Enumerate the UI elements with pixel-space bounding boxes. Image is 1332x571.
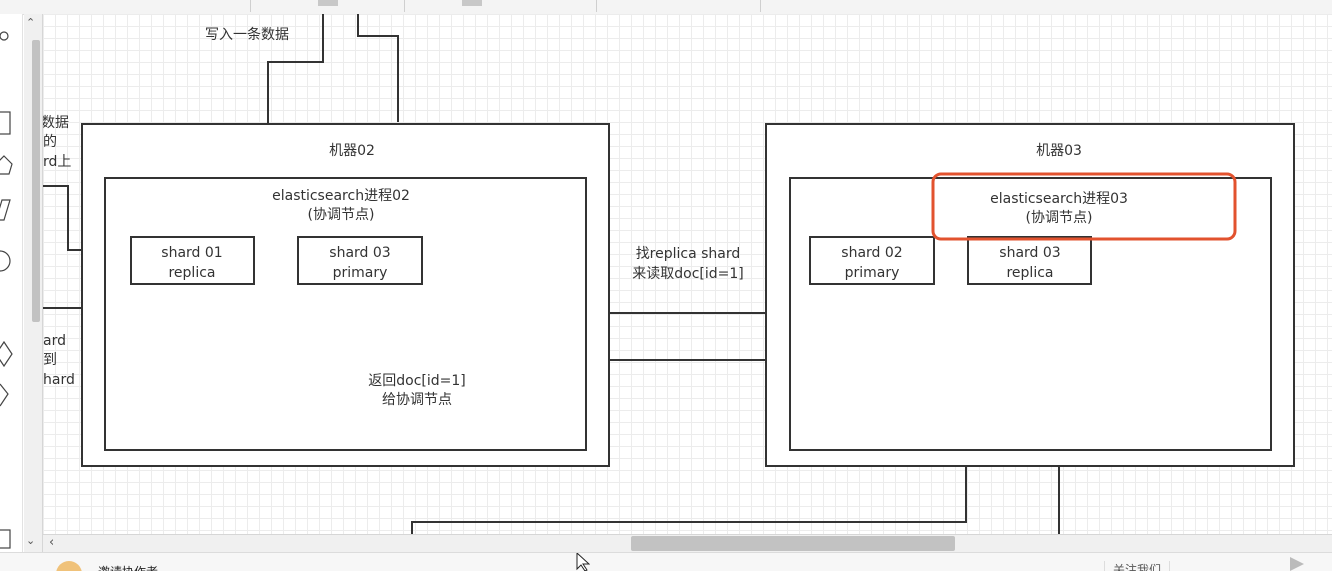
- machine02-title: 机器02: [329, 143, 375, 159]
- left-cut-label-2: 的: [43, 134, 57, 150]
- toolbar-divider: [404, 0, 405, 12]
- shard01-name: shard 01: [161, 245, 222, 261]
- process03-name: elasticsearch进程03: [990, 191, 1128, 207]
- scroll-down-icon[interactable]: ⌄: [26, 534, 35, 547]
- return-doc-label-2: 给协调节点: [382, 392, 452, 408]
- process02-name: elasticsearch进程02: [272, 188, 410, 204]
- left-cut-label-1: 数据: [43, 115, 69, 131]
- top-toolbar: [0, 0, 1332, 15]
- left-cut-label-3: rd上: [43, 154, 71, 170]
- toolbar-divider: [760, 0, 761, 12]
- diamond-shape-icon[interactable]: [0, 340, 13, 368]
- process02-role: (协调节点): [308, 207, 375, 223]
- find-replica-label-2: 来读取doc[id=1]: [632, 265, 744, 282]
- vertical-scroll-thumb[interactable]: [32, 40, 40, 322]
- search-icon[interactable]: [0, 31, 9, 41]
- arrow-shape-icon[interactable]: [0, 383, 9, 407]
- circle-shape-icon[interactable]: [0, 250, 11, 272]
- play-icon[interactable]: [1270, 555, 1330, 571]
- shard03-primary-role: primary: [333, 265, 388, 281]
- shape-palette-icons: [0, 31, 13, 549]
- left-cut-label-6: hard: [43, 372, 75, 388]
- toolbar-button[interactable]: [318, 0, 338, 6]
- scroll-up-icon[interactable]: ⌃: [26, 16, 35, 29]
- toolbar-button[interactable]: [462, 0, 482, 6]
- process03-role: (协调节点): [1026, 210, 1093, 226]
- shard02-role: primary: [845, 265, 900, 281]
- toolbar-divider: [250, 0, 251, 12]
- rectangle-shape-icon[interactable]: [0, 111, 11, 135]
- diagram-canvas[interactable]: 数据 的 rd上 ard 到 hard 写入一条数据 机器02 elastics…: [41, 14, 1332, 534]
- find-replica-label: 找replica shard: [636, 246, 741, 262]
- parallelogram-shape-icon[interactable]: [0, 199, 11, 221]
- diagram-svg: 数据 的 rd上 ard 到 hard 写入一条数据 机器02 elastics…: [41, 14, 1295, 534]
- shard03-replica-name: shard 03: [999, 245, 1060, 261]
- write-label: 写入一条数据: [205, 26, 289, 43]
- return-doc-label: 返回doc[id=1]: [368, 373, 466, 389]
- left-cut-label-5: 到: [43, 352, 57, 368]
- card-shape-icon[interactable]: [0, 529, 11, 549]
- machine03-title: 机器03: [1036, 143, 1082, 159]
- bottom-bar: 邀请协作者 关注我们: [0, 552, 1332, 571]
- vertical-scrollbar[interactable]: ⌃ ⌄: [24, 14, 43, 554]
- horizontal-scrollbar[interactable]: ‹: [43, 534, 1332, 553]
- shard03-primary-name: shard 03: [329, 245, 390, 261]
- left-cut-label-4: ard: [43, 333, 66, 349]
- horizontal-scroll-thumb[interactable]: [631, 536, 955, 551]
- toolbar-divider: [596, 0, 597, 12]
- pentagon-shape-icon[interactable]: [0, 155, 13, 175]
- shape-palette: [0, 14, 23, 554]
- write-return-line: [357, 14, 399, 122]
- shard02-name: shard 02: [841, 245, 902, 261]
- scroll-left-icon[interactable]: ‹: [49, 535, 54, 550]
- shard01-role: replica: [168, 265, 215, 281]
- shard03-replica-role: replica: [1006, 265, 1053, 281]
- mouse-cursor-icon: [576, 553, 590, 571]
